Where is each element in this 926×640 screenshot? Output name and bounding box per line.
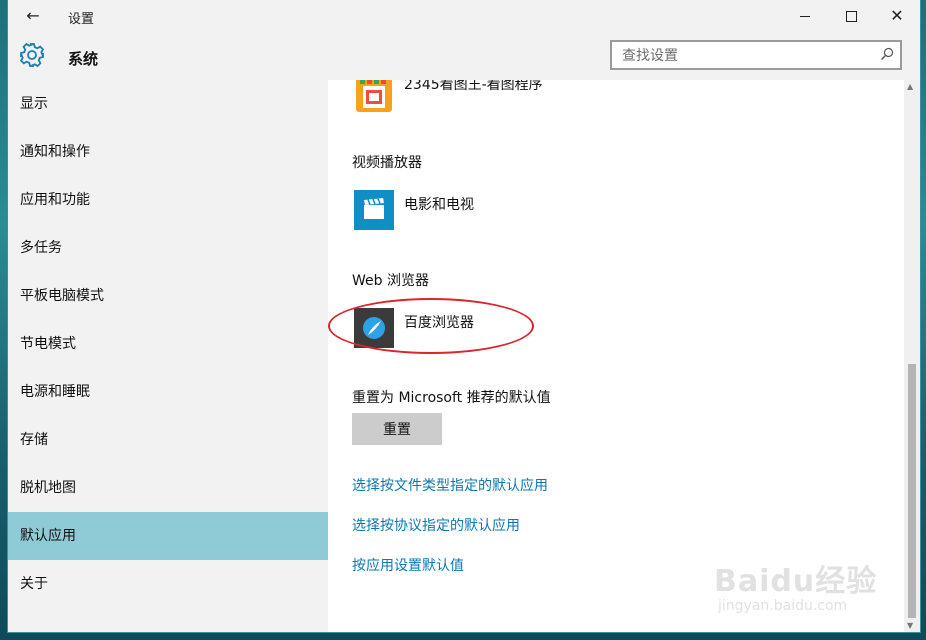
link-set-defaults-by-app[interactable]: 按应用设置默认值 — [352, 555, 464, 575]
scroll-up-icon[interactable]: ▲ — [907, 82, 913, 91]
close-icon: ✕ — [890, 6, 904, 25]
sidebar-item-tablet-mode[interactable]: 平板电脑模式 — [8, 272, 328, 320]
minimize-button[interactable] — [782, 0, 828, 32]
window-title: 设置 — [68, 12, 95, 27]
link-default-apps-by-protocol[interactable]: 选择按协议指定的默认应用 — [352, 515, 520, 535]
watermark-url: jingyan.baidu.com — [718, 598, 848, 614]
link-default-apps-by-file-type[interactable]: 选择按文件类型指定的默认应用 — [352, 475, 548, 495]
scroll-down-icon[interactable]: ▼ — [907, 621, 913, 630]
video-player-heading: 视频播放器 — [352, 155, 422, 171]
sidebar-item-multitasking[interactable]: 多任务 — [8, 224, 328, 272]
sidebar-item-apps-features[interactable]: 应用和功能 — [8, 176, 328, 224]
maximize-button[interactable] — [828, 0, 874, 32]
sidebar-item-storage[interactable]: 存储 — [8, 416, 328, 464]
header: 系统 — [8, 32, 920, 80]
movies-tv-app-icon — [354, 190, 394, 230]
sidebar-item-default-apps[interactable]: 默认应用 — [8, 512, 328, 560]
sidebar-item-power-sleep[interactable]: 电源和睡眠 — [8, 368, 328, 416]
sidebar: 显示 通知和操作 应用和功能 多任务 平板电脑模式 节电模式 电源和睡眠 存储 … — [8, 80, 328, 632]
sidebar-item-display[interactable]: 显示 — [8, 80, 328, 128]
page-title: 系统 — [68, 50, 99, 68]
web-browser-heading: Web 浏览器 — [352, 273, 429, 289]
sidebar-item-notifications[interactable]: 通知和操作 — [8, 128, 328, 176]
vertical-scrollbar[interactable]: ▲ ▼ — [904, 80, 920, 632]
search-input[interactable] — [620, 45, 874, 67]
sidebar-item-about[interactable]: 关于 — [8, 560, 328, 608]
settings-window: ← 设置 ✕ 系统 显示 通知和操作 应用和功能 多任务 平板电脑模式 节电模式… — [8, 0, 920, 632]
main-content: 2345看图王-看图程序 视频播放器 电影和电视 Web 浏览器 百度浏览器 重… — [328, 80, 904, 632]
maximize-icon — [845, 10, 857, 22]
sidebar-item-offline-maps[interactable]: 脱机地图 — [8, 464, 328, 512]
close-button[interactable]: ✕ — [874, 0, 920, 32]
search-box[interactable] — [610, 40, 902, 70]
video-app-name: 电影和电视 — [404, 197, 474, 213]
video-app-row[interactable]: 电影和电视 — [354, 190, 754, 230]
minimize-icon — [800, 15, 810, 17]
photo-viewer-app-row[interactable]: 2345看图王-看图程序 — [354, 80, 754, 114]
baidu-watermark: Baidu经验 jingyan.baidu.com — [714, 556, 904, 626]
reset-heading: 重置为 Microsoft 推荐的默认值 — [352, 390, 551, 406]
title-bar: ← 设置 ✕ — [8, 0, 920, 32]
photo-viewer-app-name: 2345看图王-看图程序 — [404, 80, 543, 93]
search-icon[interactable] — [880, 47, 894, 61]
gear-icon — [19, 42, 45, 68]
scrollbar-thumb[interactable] — [908, 364, 916, 618]
back-arrow-icon[interactable]: ← — [22, 6, 44, 26]
image-viewer-app-icon — [354, 80, 394, 114]
sidebar-item-battery-saver[interactable]: 节电模式 — [8, 320, 328, 368]
reset-button[interactable]: 重置 — [352, 413, 442, 445]
watermark-logo-text: Baidu经验 — [714, 564, 878, 599]
annotation-ellipse — [328, 298, 534, 354]
